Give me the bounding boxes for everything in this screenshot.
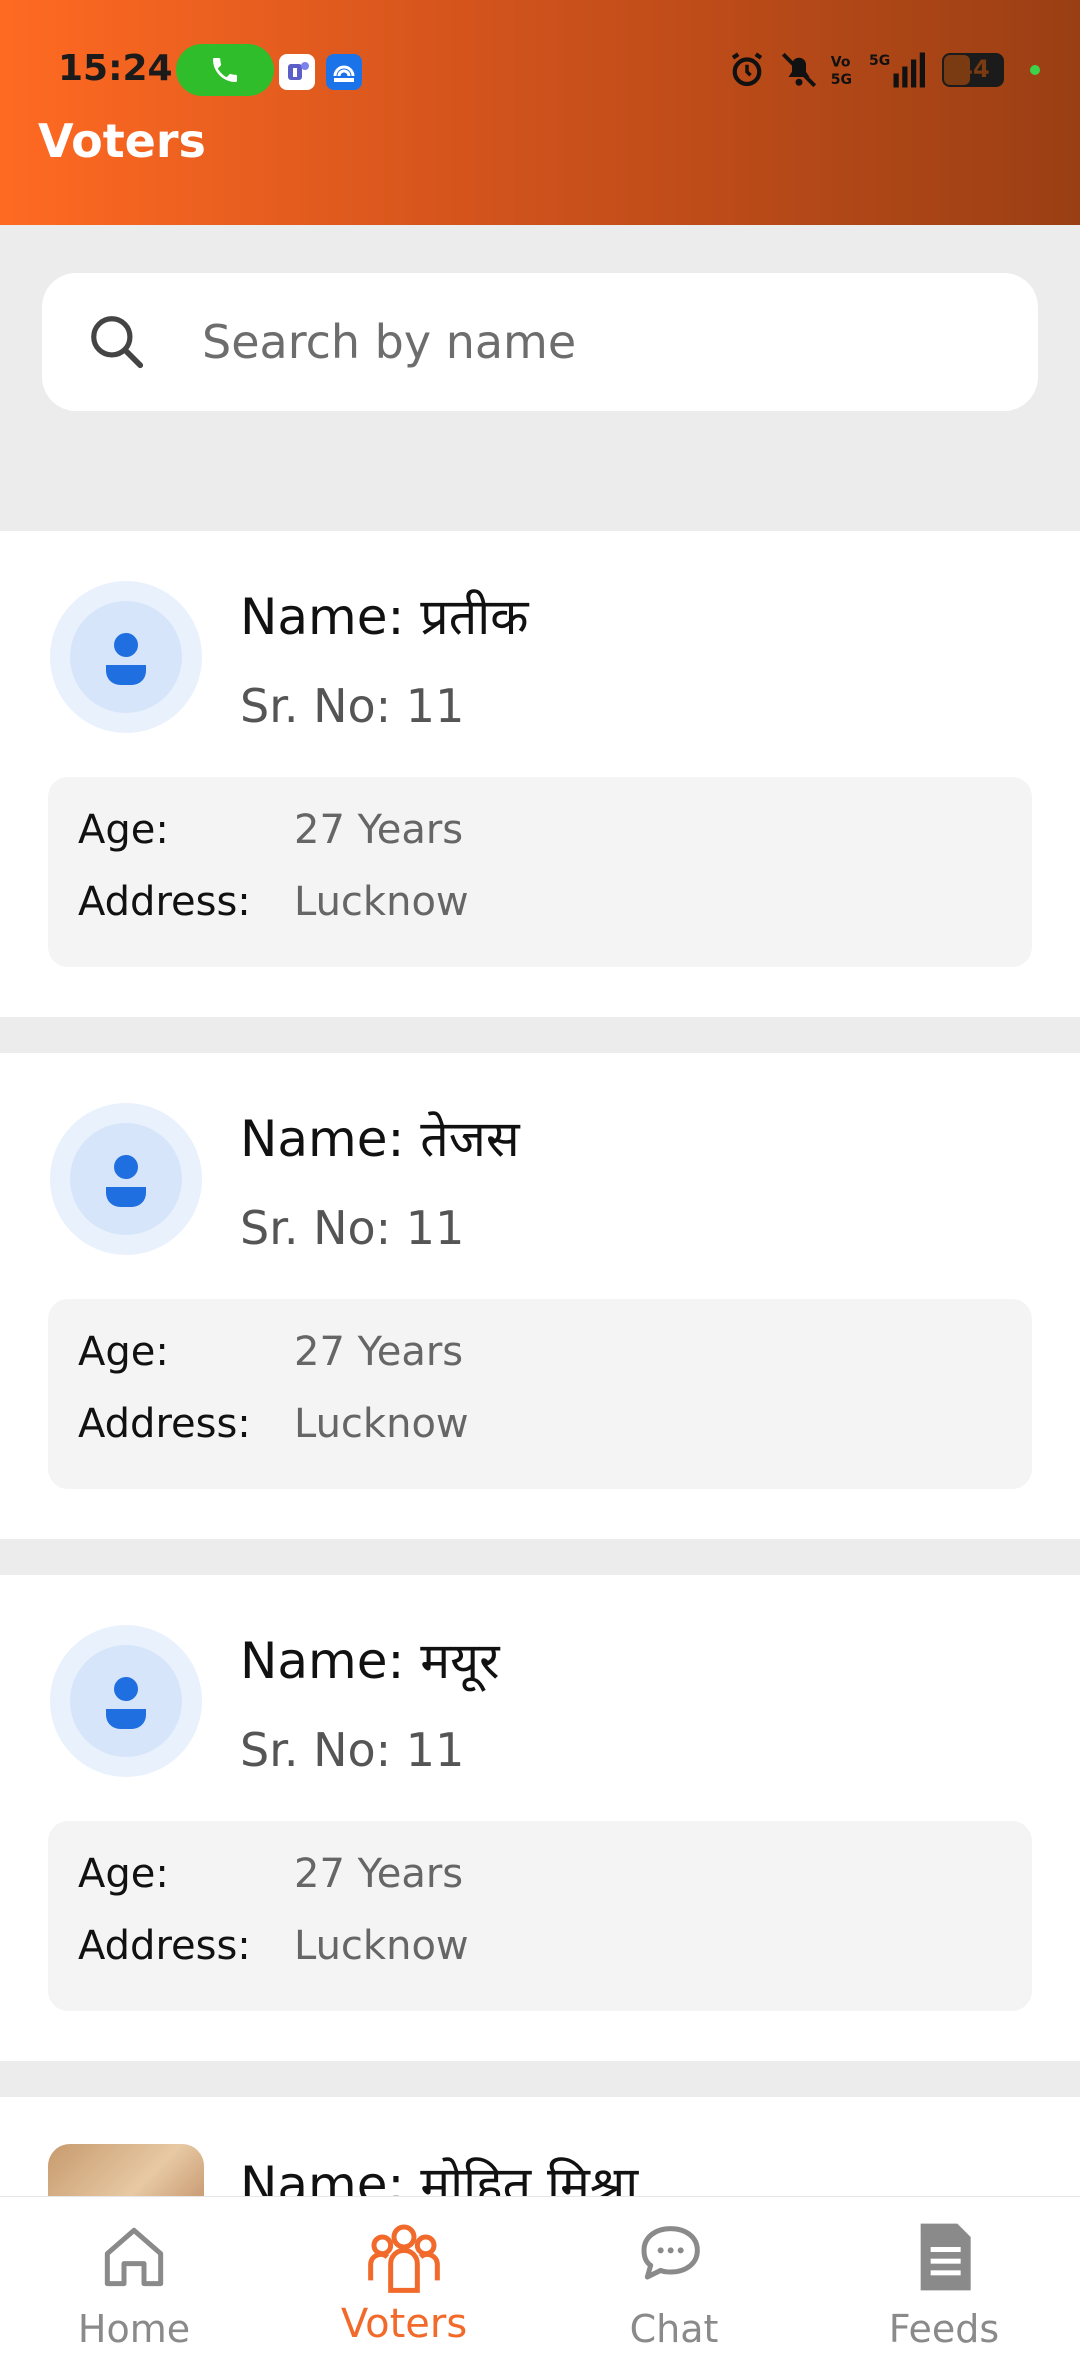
voter-name: Name: प्रतीक [240, 588, 529, 646]
nav-chat-label: Chat [629, 2307, 719, 2351]
voter-details: Age: 27 Years Address: Lucknow [48, 1299, 1032, 1489]
alarm-icon [731, 52, 763, 87]
chat-icon [641, 2226, 700, 2280]
age-label: Age: [78, 1851, 169, 1897]
voter-sr-no: Sr. No: 11 [240, 679, 465, 733]
battery-icon: 44 [942, 53, 1004, 87]
address-value: Lucknow [294, 1401, 469, 1447]
nav-home-label: Home [77, 2307, 191, 2351]
address-label: Address: [78, 1923, 251, 1969]
age-value: 27 Years [294, 1851, 464, 1897]
volte-icon: Vo5G [831, 55, 852, 89]
avatar [50, 1103, 202, 1255]
mute-icon [781, 52, 817, 88]
age-value: 27 Years [294, 1329, 464, 1375]
voter-card[interactable]: Name: मयूर Sr. No: 11 Age: 27 Years Addr… [0, 1575, 1080, 2061]
person-icon [106, 1677, 146, 1729]
address-value: Lucknow [294, 879, 469, 925]
phone-call-icon[interactable] [176, 44, 274, 96]
svg-text:5G: 5G [869, 53, 890, 69]
person-icon [106, 633, 146, 685]
5g-signal-icon: 5G [869, 52, 925, 88]
address-label: Address: [78, 1401, 251, 1447]
feeds-icon [920, 2223, 971, 2291]
voters-screen: 15:24 Vo 5G 5G 44 Voters Search by name … [0, 0, 1080, 2372]
voter-details: Age: 27 Years Address: Lucknow [48, 1821, 1032, 2011]
privacy-dot [1030, 65, 1040, 75]
voters-icon [368, 2224, 440, 2293]
nav-home[interactable]: Home [34, 2197, 234, 2372]
voter-details: Age: 27 Years Address: Lucknow [48, 777, 1032, 967]
search-icon [91, 316, 144, 369]
nav-feeds[interactable]: Feeds [844, 2197, 1044, 2372]
app-header: 15:24 Vo 5G 5G 44 Voters [0, 0, 1080, 225]
nav-feeds-label: Feeds [888, 2307, 1000, 2351]
battery-level: 44 [956, 55, 990, 83]
teams-app-icon [279, 54, 315, 90]
voter-sr-no: Sr. No: 11 [240, 1201, 465, 1255]
search-bar[interactable] [42, 273, 1038, 411]
svg-text:5G: 5G [831, 72, 852, 88]
avatar [50, 1625, 202, 1777]
avatar [50, 581, 202, 733]
voter-sr-no: Sr. No: 11 [240, 1723, 465, 1777]
nav-voters-label: Voters [340, 2301, 468, 2347]
home-icon [104, 2227, 164, 2287]
nav-voters[interactable]: Voters [304, 2197, 504, 2372]
age-value: 27 Years [294, 807, 464, 853]
voter-card[interactable]: Name: तेजस Sr. No: 11 Age: 27 Years Addr… [0, 1053, 1080, 1539]
person-icon [106, 1155, 146, 1207]
svg-text:Vo: Vo [831, 55, 851, 71]
search-input[interactable] [202, 273, 1002, 411]
age-label: Age: [78, 807, 169, 853]
address-value: Lucknow [294, 1923, 469, 1969]
address-label: Address: [78, 879, 251, 925]
status-time: 15:24 [58, 48, 173, 89]
voter-name: Name: मयूर [240, 1632, 500, 1690]
age-label: Age: [78, 1329, 169, 1375]
bottom-nav: Home Voters Chat Feeds [0, 2196, 1080, 2372]
status-icons-right: Vo 5G 5G 44 [726, 48, 1040, 92]
voter-name: Name: तेजस [240, 1110, 520, 1168]
nav-chat[interactable]: Chat [574, 2197, 774, 2372]
voter-card[interactable]: Name: प्रतीक Sr. No: 11 Age: 27 Years Ad… [0, 531, 1080, 1017]
page-title: Voters [38, 114, 206, 168]
hotspot-app-icon [326, 54, 362, 90]
